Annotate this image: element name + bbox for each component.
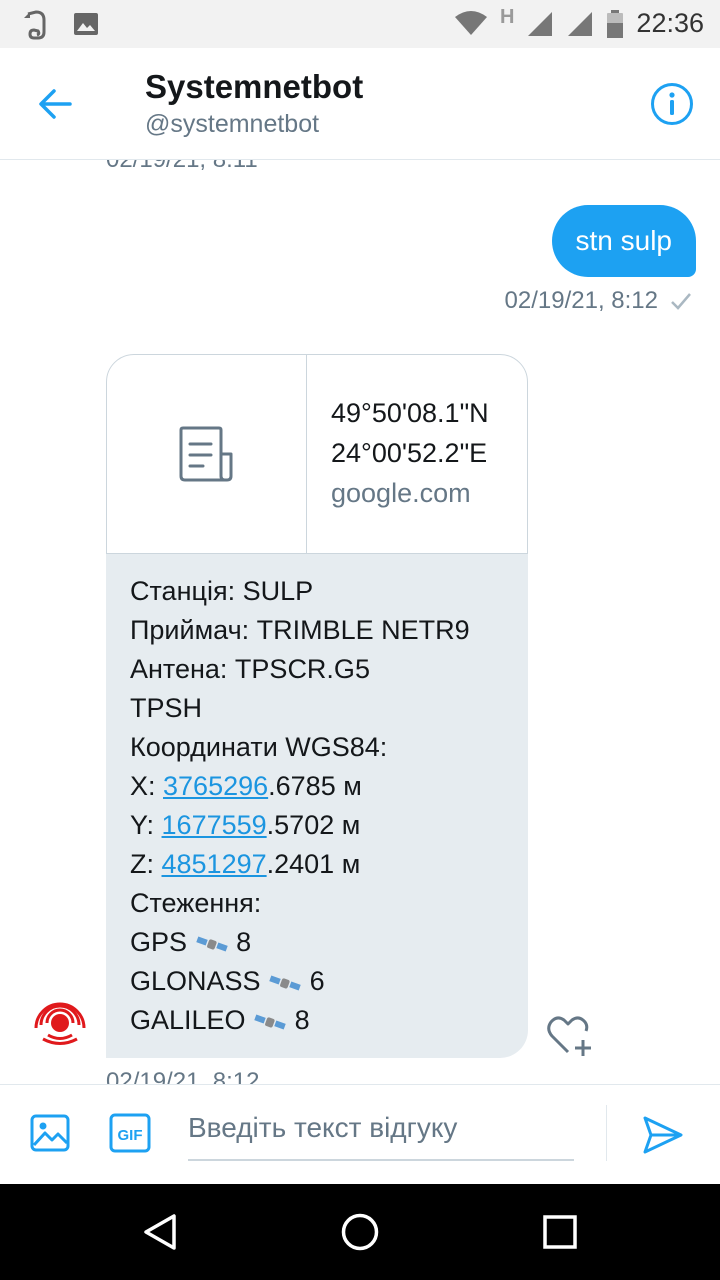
- coordinates-label: Координати WGS84:: [130, 732, 388, 762]
- gps-label: GPS: [130, 927, 188, 957]
- message-input[interactable]: [188, 1097, 574, 1161]
- message-timestamp: 02/19/21, 8:11: [106, 160, 258, 174]
- conversation-handle: @systemnetbot: [145, 110, 320, 138]
- galileo-count: 8: [294, 1005, 310, 1035]
- link-preview-domain: google.com: [331, 478, 471, 508]
- galileo-label: GALILEO: [130, 1005, 246, 1035]
- gif-icon[interactable]: GIF: [109, 1113, 151, 1153]
- clock: 22:36: [636, 8, 704, 38]
- signal-icon: [568, 11, 593, 36]
- arrow-left-icon[interactable]: [36, 84, 76, 124]
- status-bar: H 22:36: [0, 0, 720, 48]
- gif-label: GIF: [118, 1127, 143, 1144]
- signal-icon: [528, 11, 553, 36]
- incoming-message-bubble[interactable]: Станція: SULP Приймач: TRIMBLE NETR9 Ант…: [106, 554, 528, 1058]
- antenna-line-2: TPSH: [130, 693, 203, 723]
- gps-line: GPS 8: [130, 923, 504, 962]
- receiver-line: Приймач: TRIMBLE NETR9: [130, 615, 470, 645]
- link-preview-latitude: 49°50'08.1"N: [331, 398, 489, 428]
- satellite-icon: [195, 936, 228, 952]
- antenna-line: Антена: TPSCR.G5: [130, 654, 370, 684]
- outgoing-message-meta: 02/19/21, 8:12: [505, 287, 692, 315]
- tracking-label: Стеження:: [130, 888, 262, 918]
- station-line: Станція: SULP: [130, 576, 314, 606]
- message-list[interactable]: 02/19/21, 8:11 stn sulp 02/19/21, 8:12 4…: [0, 160, 720, 1084]
- network-type-label: H: [499, 6, 515, 28]
- message-timestamp: 02/19/21, 8:12: [504, 287, 658, 314]
- satellite-icon: [269, 975, 301, 991]
- coordinate-z-line: Z: 4851297.2401 м: [130, 845, 504, 884]
- document-icon: [179, 426, 232, 482]
- link-preview-longitude: 24°00'52.2"E: [331, 438, 488, 468]
- satellite-icon: [254, 1014, 286, 1030]
- coordinate-x-label: X:: [130, 771, 164, 801]
- gps-count: 8: [236, 927, 252, 957]
- galileo-line: GALILEO 8: [130, 1001, 504, 1040]
- nav-back-icon[interactable]: [140, 1212, 180, 1252]
- link-preview-card[interactable]: 49°50'08.1"N 24°00'52.2"E google.com: [106, 354, 528, 554]
- coordinate-y-link[interactable]: 1677559: [162, 810, 267, 840]
- link-preview-thumbnail: [107, 355, 307, 553]
- conversation-title: Systemnetbot: [145, 68, 364, 105]
- glonass-label: GLONASS: [130, 966, 261, 996]
- heart-plus-icon[interactable]: [546, 1012, 594, 1058]
- coordinate-x-line: X: 3765296.6785 м: [130, 767, 504, 806]
- nav-recents-icon[interactable]: [542, 1214, 578, 1250]
- image-icon[interactable]: [30, 1113, 70, 1153]
- coordinate-z-link[interactable]: 4851297: [162, 849, 267, 879]
- coordinate-z-label: Z:: [130, 849, 162, 879]
- coordinate-x-link[interactable]: 3765296: [163, 771, 268, 801]
- coordinate-y-rest: .5702 м: [266, 810, 361, 840]
- link-preview-text: 49°50'08.1"N 24°00'52.2"E google.com: [331, 393, 489, 513]
- glonass-line: GLONASS 6: [130, 962, 504, 1001]
- glonass-count: 6: [309, 966, 325, 996]
- wifi-icon: [454, 10, 487, 35]
- conversation-header: Systemnetbot @systemnetbot: [0, 48, 720, 160]
- outgoing-message-bubble[interactable]: stn sulp: [551, 205, 696, 277]
- nav-home-icon[interactable]: [340, 1212, 380, 1252]
- evernote-icon: [24, 10, 46, 40]
- system-nav-bar: [0, 1184, 720, 1280]
- coordinate-z-rest: .2401 м: [266, 849, 361, 879]
- coordinate-y-line: Y: 1677559.5702 м: [130, 806, 504, 845]
- coordinate-y-label: Y:: [130, 810, 162, 840]
- send-icon[interactable]: [641, 1113, 685, 1157]
- image-icon: [74, 13, 98, 35]
- message-composer: GIF: [0, 1084, 720, 1184]
- check-icon: [671, 293, 691, 310]
- composer-divider: [606, 1105, 607, 1161]
- coordinate-x-rest: .6785 м: [268, 771, 362, 801]
- message-timestamp: 02/19/21, 8:12: [106, 1068, 260, 1084]
- broadcast-avatar-icon[interactable]: [30, 990, 90, 1050]
- info-icon[interactable]: [650, 82, 694, 126]
- battery-icon: [607, 9, 624, 38]
